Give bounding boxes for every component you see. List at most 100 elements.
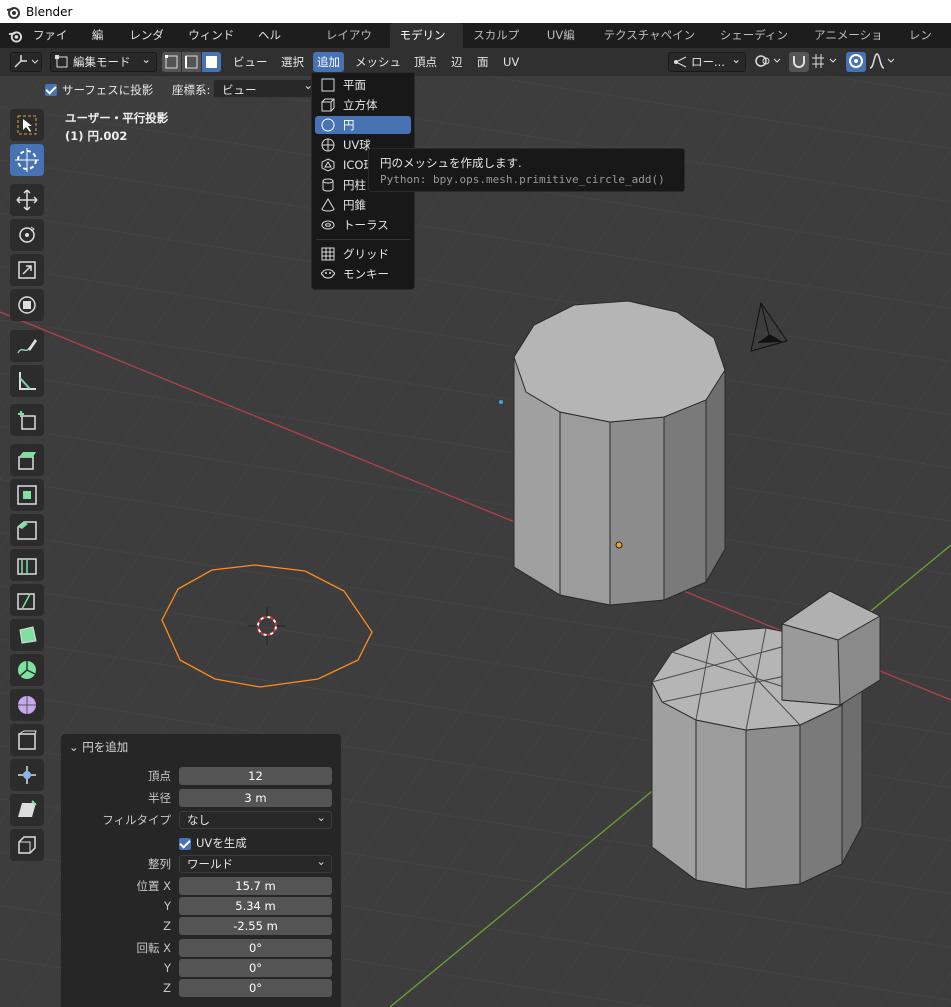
menu-file[interactable]: ファイル xyxy=(25,23,84,67)
location-z-row: Z -2.55 m xyxy=(61,917,341,936)
rotate-tool[interactable] xyxy=(10,219,44,251)
extrude-tool[interactable] xyxy=(10,444,44,476)
coord-selector[interactable]: ビュー ⌄ xyxy=(213,78,318,98)
proportional-edit-toggle[interactable] xyxy=(846,52,866,72)
tab-sculpt[interactable]: スカルプト xyxy=(463,23,537,67)
face-select-icon xyxy=(206,56,217,68)
vertices-field[interactable]: 12 xyxy=(179,767,332,785)
operator-panel[interactable]: ⌄ 円を追加 頂点 12 半径 3 m フィルタイプ なし UVを生成 整列 ワ… xyxy=(61,734,341,1007)
tab-texture-paint[interactable]: テクスチャペイント xyxy=(594,23,710,67)
monkey-icon xyxy=(321,269,335,279)
edge-slide-icon xyxy=(18,730,37,750)
menu-vertex[interactable]: 頂点 xyxy=(410,52,441,72)
window-title: Blender xyxy=(26,4,73,19)
menu-select[interactable]: 選択 xyxy=(277,52,308,72)
tab-shading[interactable]: シェーディング xyxy=(710,23,804,67)
face-select-button[interactable] xyxy=(202,52,221,72)
smooth-tool[interactable] xyxy=(10,689,44,721)
location-y-field[interactable]: 5.34 m xyxy=(179,897,332,915)
menu-item-grid[interactable]: グリッド xyxy=(315,245,411,263)
add-cube-tool[interactable] xyxy=(10,404,44,436)
menu-view[interactable]: ビュー xyxy=(229,52,272,72)
measure-tool[interactable] xyxy=(10,365,44,397)
tab-render[interactable]: レンダ xyxy=(899,23,951,67)
location-z-field[interactable]: -2.55 m xyxy=(179,917,332,935)
rotation-z-label: Z xyxy=(163,981,171,995)
edge-select-button[interactable] xyxy=(182,52,201,72)
bevel-tool[interactable] xyxy=(10,514,44,546)
panel-header[interactable]: ⌄ 円を追加 xyxy=(69,739,128,755)
radius-field[interactable]: 3 m xyxy=(179,789,332,807)
mode-selector[interactable]: 編集モード ⌄ xyxy=(50,52,157,72)
snap-toggle[interactable] xyxy=(789,52,809,72)
light-object[interactable] xyxy=(499,400,503,404)
menu-item-monkey[interactable]: モンキー xyxy=(315,265,411,283)
annotate-tool[interactable] xyxy=(10,330,44,362)
spin-tool[interactable] xyxy=(10,654,44,686)
select-box-tool[interactable] xyxy=(10,109,44,141)
select-box-icon xyxy=(17,115,37,135)
vertex-select-icon xyxy=(165,55,178,69)
shear-tool[interactable] xyxy=(10,794,44,826)
rotation-x-row: 回転 X 0° xyxy=(61,939,341,958)
cursor-tool[interactable] xyxy=(10,144,44,176)
generate-uv-checkbox[interactable] xyxy=(179,836,191,850)
pivot-point-selector[interactable] xyxy=(753,52,785,72)
transform-tool[interactable] xyxy=(10,289,44,321)
rotation-z-field[interactable]: 0° xyxy=(179,979,332,997)
edge-slide-tool[interactable] xyxy=(10,724,44,756)
poly-build-tool[interactable] xyxy=(10,619,44,651)
rip-tool[interactable] xyxy=(10,829,44,861)
align-select[interactable]: ワールド xyxy=(179,853,332,873)
menu-edit[interactable]: 編集 xyxy=(84,23,121,67)
location-y-row: Y 5.34 m xyxy=(61,897,341,916)
location-z-label: Z xyxy=(163,919,171,933)
fill-type-select[interactable]: なし xyxy=(179,809,332,829)
menu-render[interactable]: レンダー xyxy=(121,23,180,67)
menu-edge[interactable]: 辺 xyxy=(447,52,467,72)
menu-uv[interactable]: UV xyxy=(499,52,523,72)
loop-cut-tool[interactable] xyxy=(10,549,44,581)
scale-tool[interactable] xyxy=(10,254,44,286)
tab-modeling[interactable]: モデリング xyxy=(389,23,464,67)
rip-icon xyxy=(18,836,36,854)
menu-face[interactable]: 面 xyxy=(473,52,493,72)
knife-tool[interactable] xyxy=(10,584,44,616)
vertex-select-button[interactable] xyxy=(162,52,181,72)
rotation-x-field[interactable]: 0° xyxy=(179,939,332,957)
menu-item-plane[interactable]: 平面 xyxy=(315,76,411,94)
menu-help[interactable]: ヘルプ xyxy=(250,23,298,67)
move-tool[interactable] xyxy=(10,184,44,216)
location-y-label: Y xyxy=(163,899,171,913)
shrink-fatten-tool[interactable] xyxy=(10,759,44,791)
transform-orientation-selector[interactable]: ロー... ⌄ xyxy=(668,52,746,72)
editor-type-selector[interactable] xyxy=(10,52,42,72)
proportional-edit-icon xyxy=(849,54,863,68)
snap-target-selector[interactable] xyxy=(810,52,842,72)
menu-item-cube[interactable]: 立方体 xyxy=(315,96,411,114)
magnet-icon xyxy=(793,56,805,68)
falloff-selector[interactable] xyxy=(868,52,898,72)
inset-tool[interactable] xyxy=(10,479,44,511)
tab-layout[interactable]: レイアウト xyxy=(316,23,390,67)
menu-add[interactable]: 追加 xyxy=(313,52,344,72)
rotation-y-field[interactable]: 0° xyxy=(179,959,332,977)
cursor-tool-icon xyxy=(15,148,39,172)
menu-window[interactable]: ウィンドウ xyxy=(180,23,250,67)
menu-item-cone[interactable]: 円錐 xyxy=(315,196,411,214)
select-mode-group xyxy=(162,52,221,72)
menu-item-torus[interactable]: トーラス xyxy=(315,216,411,234)
tab-animation[interactable]: アニメーション xyxy=(804,23,899,67)
menu-item-circle[interactable]: 円 xyxy=(315,116,411,134)
radius-row: 半径 3 m xyxy=(61,789,341,808)
rotate-icon xyxy=(19,226,35,243)
top-menu-bar: ファイル 編集 レンダー ウィンドウ ヘルプ レイアウト モデリング スカルプト… xyxy=(0,23,951,67)
move-icon xyxy=(16,189,38,211)
project-checkbox[interactable] xyxy=(45,82,57,96)
tab-uv-editing[interactable]: UV編集 xyxy=(537,23,594,67)
menu-mesh[interactable]: メッシュ xyxy=(351,52,405,72)
cylinder-object-1[interactable] xyxy=(513,300,726,606)
blender-menu-icon[interactable] xyxy=(8,28,23,44)
rotation-x-label: 回転 X xyxy=(136,941,171,955)
location-x-field[interactable]: 15.7 m xyxy=(179,877,332,895)
